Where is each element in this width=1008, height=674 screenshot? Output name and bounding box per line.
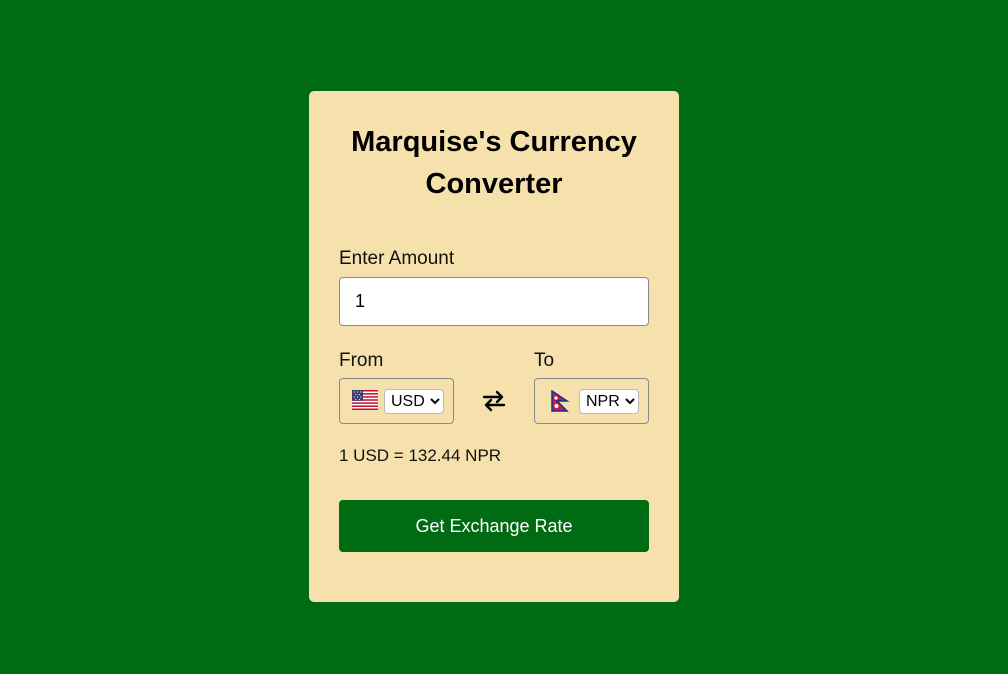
amount-label: Enter Amount [339, 248, 455, 269]
from-currency-select[interactable]: USD [384, 388, 444, 414]
to-currency-select[interactable]: NPR [579, 388, 639, 414]
from-label: From [339, 350, 384, 371]
to-currency-box: NPR [534, 378, 649, 424]
swap-arrows-icon[interactable] [479, 386, 509, 416]
amount-input[interactable] [339, 277, 649, 326]
us-flag-icon [352, 390, 380, 412]
nepal-flag-icon [547, 390, 575, 412]
converter-card: Marquise's Currency Converter Enter Amou… [309, 91, 679, 602]
from-currency-box: USD [339, 378, 454, 424]
get-exchange-rate-button[interactable]: Get Exchange Rate [339, 500, 649, 552]
to-label: To [534, 350, 555, 371]
page-title: Marquise's Currency Converter [351, 126, 637, 200]
exchange-rate-text: 1 USD = 132.44 NPR [339, 446, 502, 465]
